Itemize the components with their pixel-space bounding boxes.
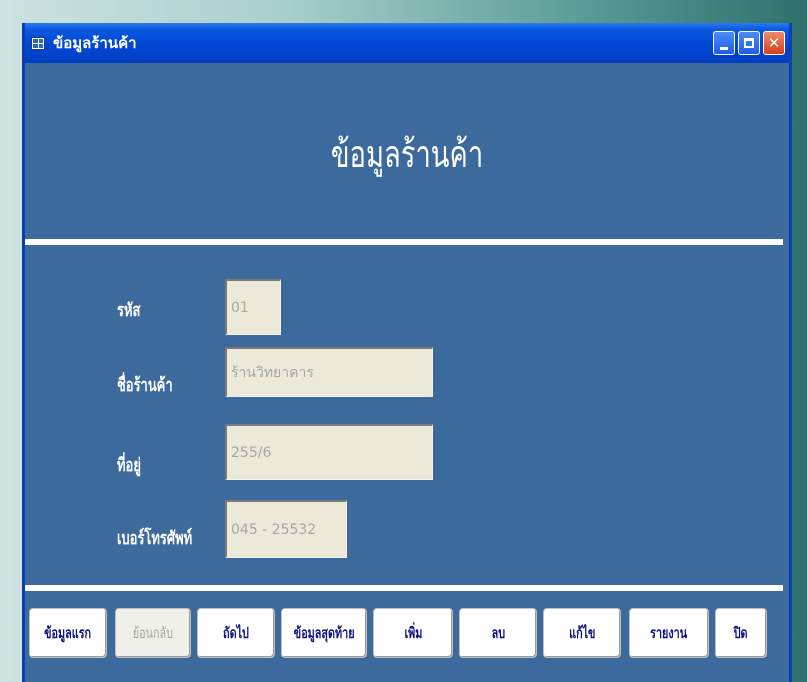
maximize-icon (744, 38, 754, 48)
close-form-label: ปิด (734, 624, 748, 642)
address-label: ที่อยู่ (117, 455, 141, 476)
title-bar[interactable]: ข้อมูลร้านค้า ✕ (25, 23, 789, 63)
form-icon (31, 36, 45, 50)
delete-label: ลบ (491, 624, 505, 642)
first-record-label: ข้อมูลแรก (44, 624, 92, 642)
address-field[interactable] (225, 424, 433, 480)
store-name-field[interactable] (225, 347, 433, 397)
report-button[interactable]: รายงาน (629, 608, 709, 658)
phone-label: เบอร์โทรศัพท์ (117, 528, 193, 549)
add-button[interactable]: เพิ่ม (373, 608, 453, 658)
store-info-window: ข้อมูลร้านค้า ✕ ข้อมูลร้านค้า รหัส ชื่อร… (22, 23, 792, 682)
minimize-button[interactable] (713, 31, 735, 55)
minimize-icon (720, 46, 728, 50)
last-record-button[interactable]: ข้อมูลสุดท้าย (281, 608, 367, 658)
add-label: เพิ่ม (404, 624, 422, 642)
store-name-label: ชื่อร้านค้า (117, 375, 173, 396)
divider-bottom (25, 585, 783, 591)
last-record-label: ข้อมูลสุดท้าย (293, 624, 355, 642)
close-form-button[interactable]: ปิด (715, 608, 767, 658)
window-title: ข้อมูลร้านค้า (53, 34, 137, 52)
divider-top (25, 239, 783, 245)
close-button[interactable]: ✕ (763, 31, 785, 55)
next-label: ถัดไป (223, 624, 249, 642)
edit-label: แก้ไข (568, 624, 596, 642)
form-heading: ข้อมูลร้านค้า (330, 132, 484, 176)
previous-label: ย้อนกลับ (132, 624, 174, 642)
store-code-label: รหัส (117, 300, 141, 321)
next-button[interactable]: ถัดไป (197, 608, 275, 658)
maximize-button[interactable] (738, 31, 760, 55)
close-icon: ✕ (767, 34, 781, 52)
phone-field[interactable] (225, 500, 347, 558)
edit-button[interactable]: แก้ไข (543, 608, 621, 658)
previous-button[interactable]: ย้อนกลับ (115, 608, 191, 658)
report-label: รายงาน (650, 624, 688, 642)
delete-button[interactable]: ลบ (459, 608, 537, 658)
first-record-button[interactable]: ข้อมูลแรก (29, 608, 107, 658)
store-code-field[interactable] (225, 279, 281, 335)
